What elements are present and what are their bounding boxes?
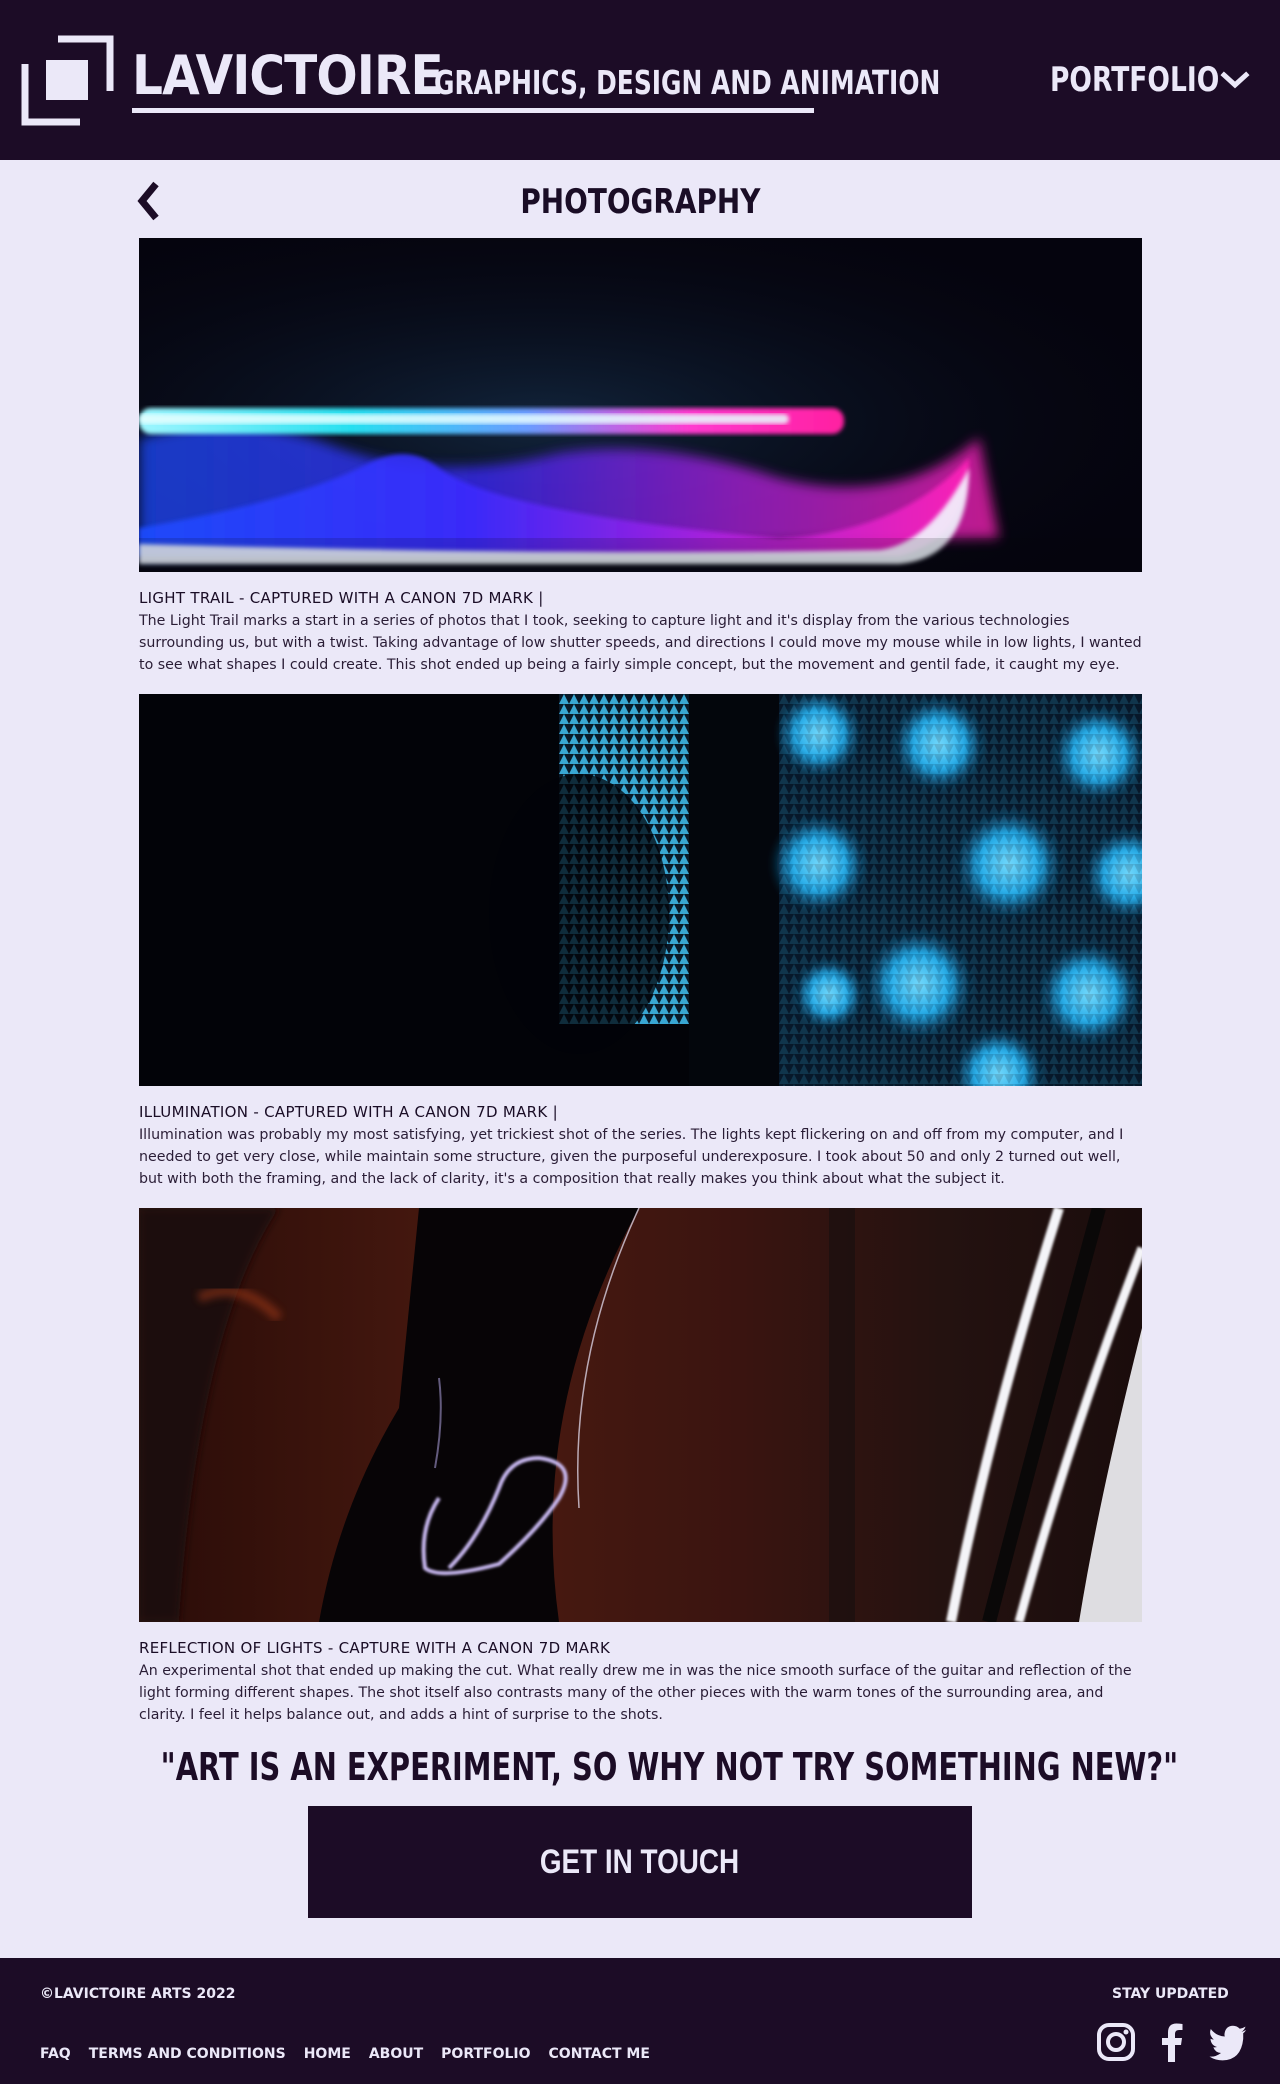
footer-link-about[interactable]: ABOUT xyxy=(369,2044,423,2064)
caption-title: ILLUMINATION - CAPTURED WITH A CANON 7D … xyxy=(139,1103,558,1121)
footer-link-home[interactable]: HOME xyxy=(304,2044,351,2064)
caption-title: REFLECTION OF LIGHTS - CAPTURE WITH A CA… xyxy=(139,1639,611,1657)
page-title-text: PHOTOGRAPHY xyxy=(519,182,761,222)
brand-tagline: GRAPHICS, DESIGN AND ANIMATION xyxy=(434,63,941,102)
caption-reflection-of-lights: REFLECTION OF LIGHTS - CAPTURE WITH A CA… xyxy=(139,1638,1142,1726)
photo-reflection-of-lights[interactable] xyxy=(139,1208,1142,1622)
quote-text: "ART IS AN EXPERIMENT, SO WHY NOT TRY SO… xyxy=(160,1745,1179,1789)
social-links xyxy=(1096,2022,1248,2062)
caption-body: An experimental shot that ended up makin… xyxy=(139,1663,1132,1723)
footer-link-portfolio[interactable]: PORTFOLIO xyxy=(441,2044,530,2064)
light-trail-image xyxy=(139,238,1142,572)
back-arrow-icon[interactable] xyxy=(136,180,162,222)
reflection-image xyxy=(139,1208,1142,1622)
chevron-down-icon xyxy=(1220,71,1250,89)
footer-link-contact[interactable]: CONTACT ME xyxy=(549,2044,650,2064)
get-in-touch-label: GET IN TOUCH xyxy=(540,1843,740,1881)
logo-icon[interactable] xyxy=(20,34,114,126)
brand-name: LAVICTOIRE xyxy=(132,44,444,107)
site-header: LAVICTOIRE GRAPHICS, DESIGN AND ANIMATIO… xyxy=(0,0,1280,160)
caption-light-trail: LIGHT TRAIL - CAPTURED WITH A CANON 7D M… xyxy=(139,588,1142,676)
page-title: PHOTOGRAPHY xyxy=(440,180,840,224)
footer-link-faq[interactable]: FAQ xyxy=(40,2044,71,2064)
site-footer: ©LAVICTOIRE ARTS 2022 STAY UPDATED FAQ T… xyxy=(0,1958,1280,2084)
caption-title: LIGHT TRAIL - CAPTURED WITH A CANON 7D M… xyxy=(139,589,544,607)
caption-body: Illumination was probably my most satisf… xyxy=(139,1127,1124,1187)
photo-illumination[interactable] xyxy=(139,694,1142,1086)
photo-light-trail[interactable] xyxy=(139,238,1142,572)
stay-updated-heading: STAY UPDATED xyxy=(1112,1986,1229,2002)
footer-link-terms[interactable]: TERMS AND CONDITIONS xyxy=(89,2044,286,2064)
caption-illumination: ILLUMINATION - CAPTURED WITH A CANON 7D … xyxy=(139,1102,1142,1190)
brand-lockup[interactable]: LAVICTOIRE GRAPHICS, DESIGN AND ANIMATIO… xyxy=(132,44,941,113)
caption-body: The Light Trail marks a start in a serie… xyxy=(139,613,1142,673)
portfolio-dropdown-label: PORTFOLIO xyxy=(1050,60,1220,100)
illumination-image xyxy=(139,694,1142,1086)
facebook-icon[interactable] xyxy=(1152,2022,1192,2062)
get-in-touch-button[interactable]: GET IN TOUCH xyxy=(308,1806,972,1918)
twitter-icon[interactable] xyxy=(1208,2022,1248,2062)
quote: "ART IS AN EXPERIMENT, SO WHY NOT TRY SO… xyxy=(0,1742,1280,1792)
footer-links: FAQ TERMS AND CONDITIONS HOME ABOUT PORT… xyxy=(40,2044,650,2064)
instagram-icon[interactable] xyxy=(1096,2022,1136,2062)
copyright: ©LAVICTOIRE ARTS 2022 xyxy=(40,1986,236,2002)
portfolio-dropdown[interactable]: PORTFOLIO xyxy=(1050,58,1250,102)
